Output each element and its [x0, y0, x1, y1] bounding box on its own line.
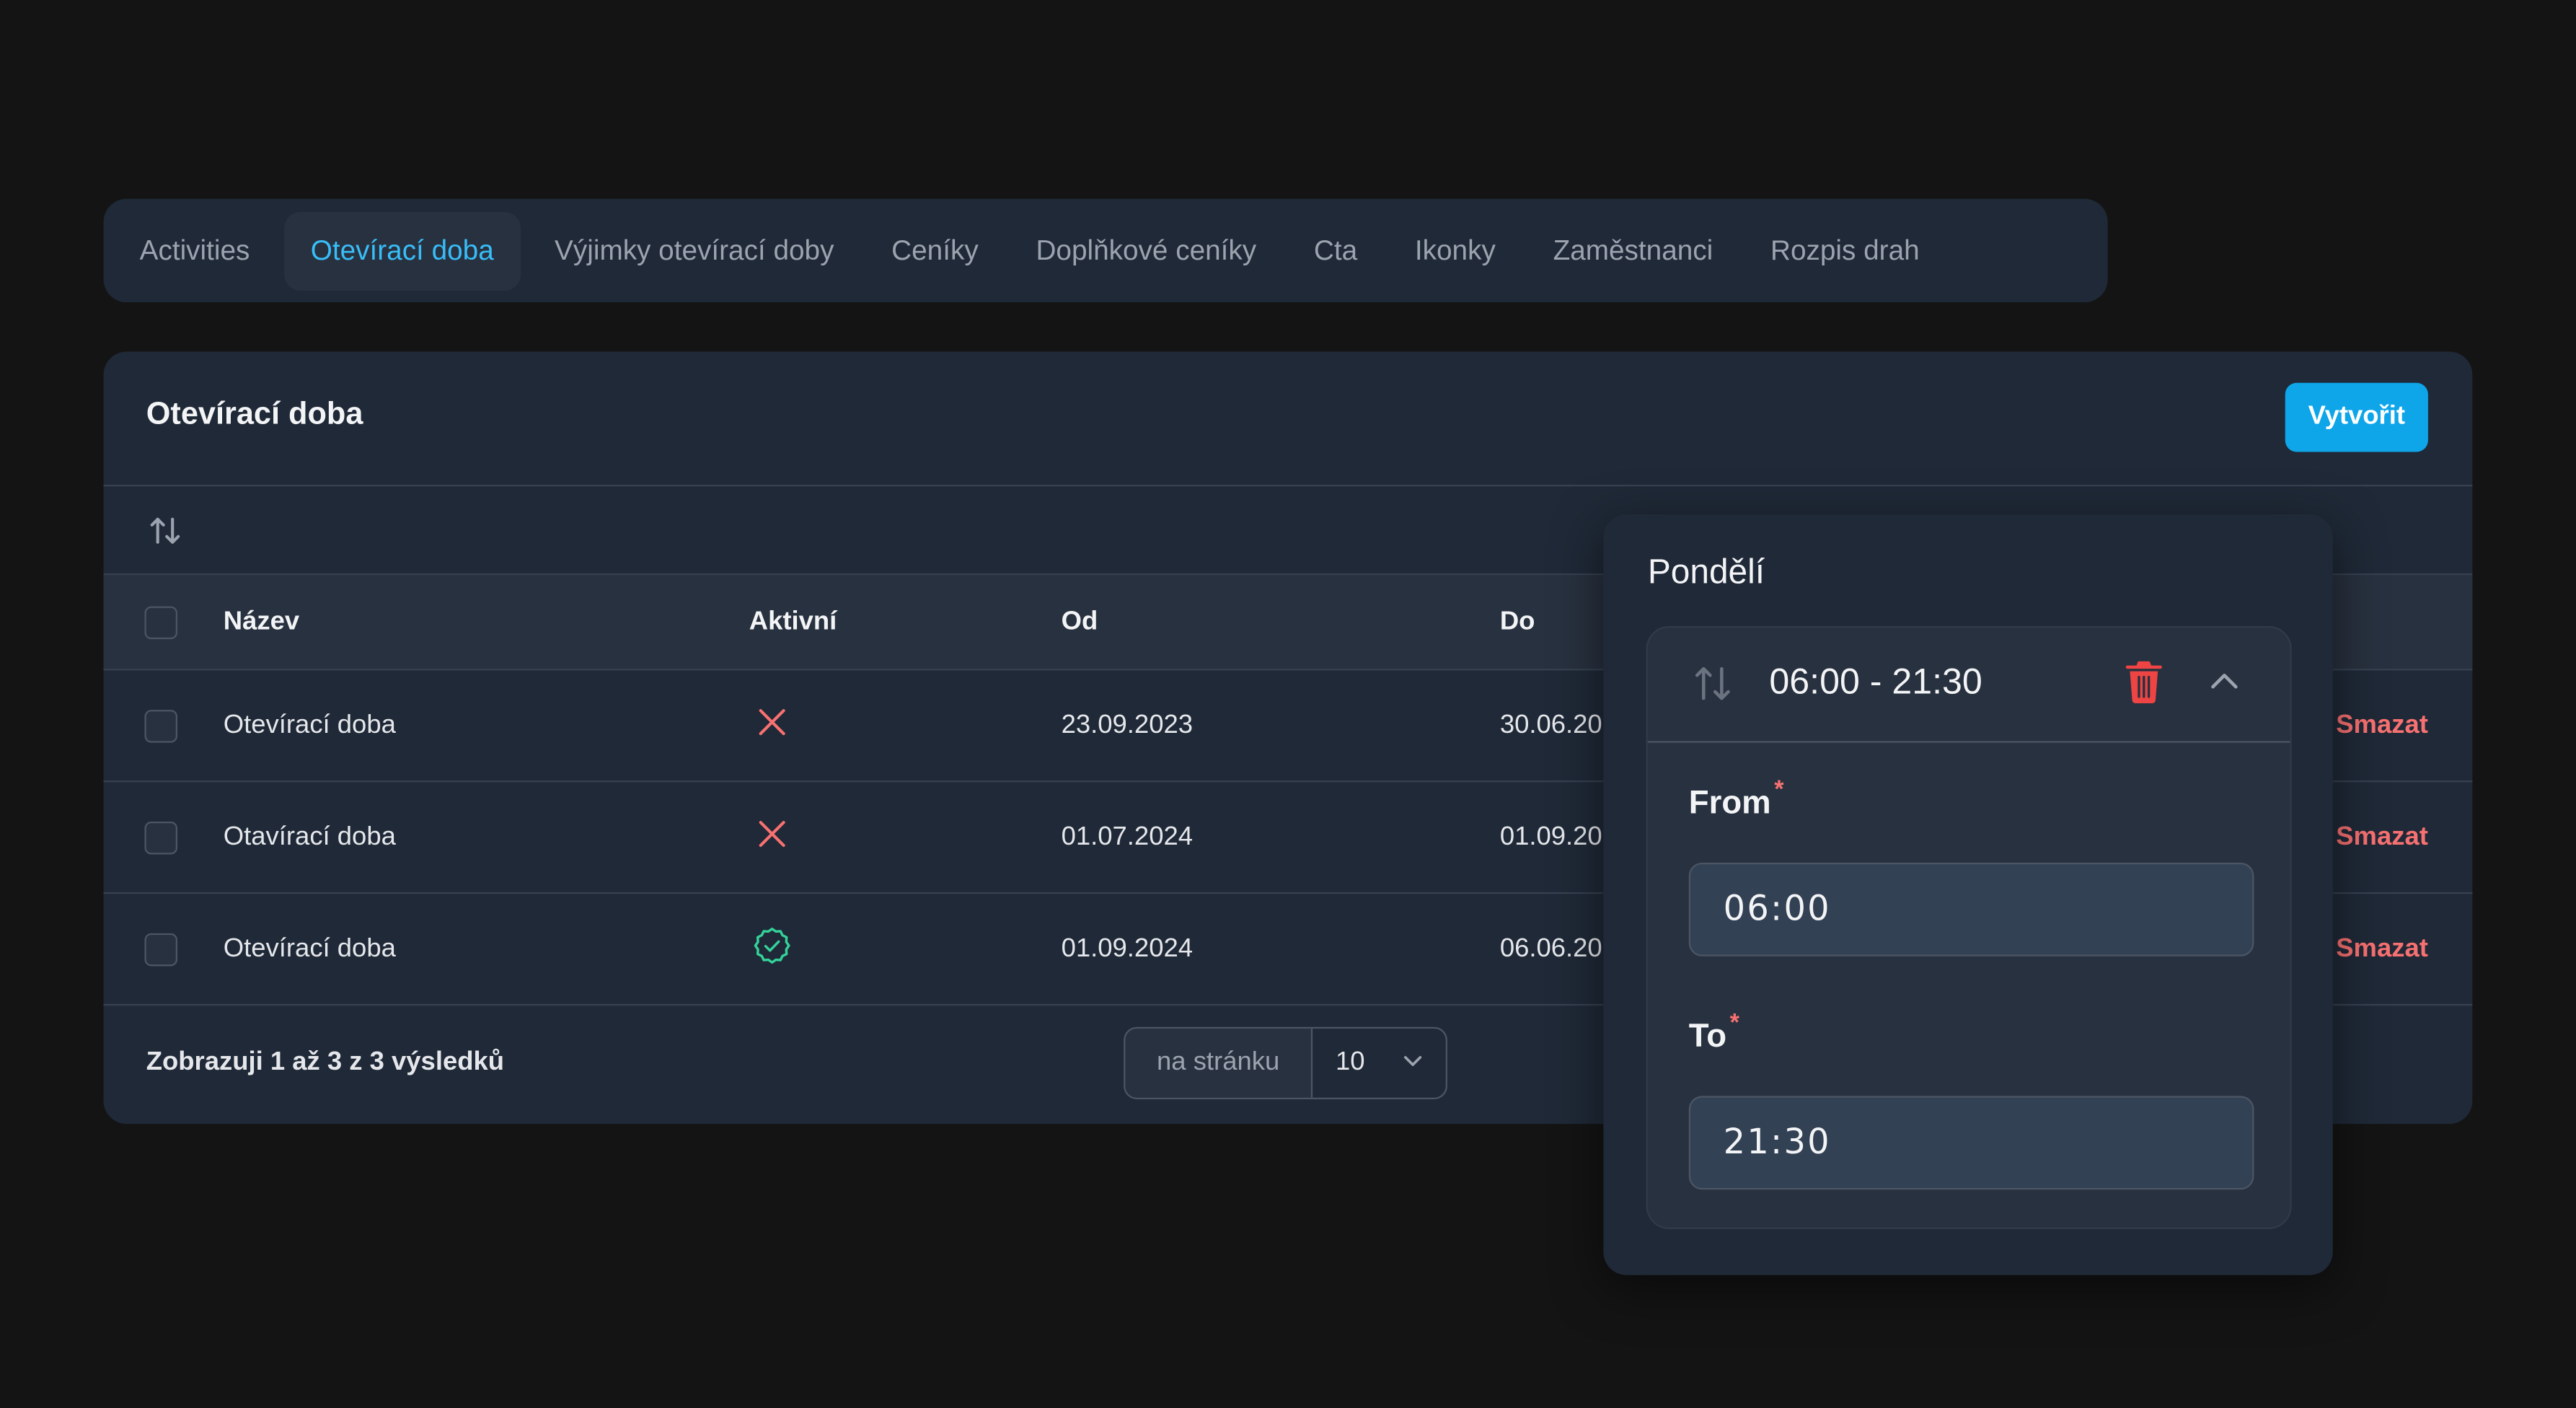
row-to: 06.06.20 [1499, 934, 1602, 962]
page-title: Otevírací doba [146, 397, 363, 433]
row-to: 01.09.20 [1499, 822, 1602, 850]
header-active[interactable]: Aktivní [749, 607, 837, 637]
card-header: Otevírací doba Vytvořit [103, 351, 2473, 487]
header-from[interactable]: Od [1062, 607, 1098, 637]
header-to[interactable]: Do [1500, 607, 1535, 637]
per-page-select[interactable]: 10 [1313, 1029, 1446, 1098]
x-icon [757, 818, 787, 855]
from-label-text: From [1688, 785, 1771, 822]
x-icon [757, 707, 787, 744]
tab-bar: Activities Otevírací doba Výjimky otevír… [103, 198, 2108, 303]
per-page-label: na stránku [1125, 1029, 1313, 1098]
row-from: 23.09.2023 [1061, 710, 1194, 739]
app-window: Activities Otevírací doba Výjimky otevír… [0, 0, 2576, 1408]
per-page-control: na stránku 10 [1124, 1026, 1447, 1099]
trash-icon[interactable] [2124, 659, 2163, 705]
time-slot-header: 06:00 - 21:30 [1647, 628, 2290, 743]
chevron-up-icon[interactable] [2210, 670, 2239, 690]
tab-rozpis-drah[interactable]: Rozpis drah [1747, 211, 1942, 290]
results-summary: Zobrazuji 1 až 3 z 3 výsledků [146, 1048, 505, 1077]
tab-doplnkove-ceniky[interactable]: Doplňkové ceníky [1013, 211, 1279, 290]
row-checkbox[interactable] [144, 708, 178, 742]
required-mark: * [1774, 775, 1784, 804]
tab-ikonky[interactable]: Ikonky [1392, 211, 1519, 290]
delete-link[interactable]: Smazat [2336, 822, 2428, 852]
opening-hours-popover: Pondělí 06:00 - 21:30 From * 06:00 To * … [1603, 514, 2333, 1275]
time-range: 06:00 - 21:30 [1769, 660, 1982, 702]
delete-link[interactable]: Smazat [2336, 710, 2428, 740]
day-title: Pondělí [1647, 553, 1765, 592]
delete-link[interactable]: Smazat [2336, 934, 2428, 964]
tab-zamestnanci[interactable]: Zaměstnanci [1530, 211, 1736, 290]
row-name: Otevírací doba [223, 710, 396, 739]
row-name: Otavírací doba [223, 822, 396, 850]
tab-vyjimky-oteviraci-doby[interactable]: Výjimky otevírací doby [531, 211, 857, 290]
time-slot-panel: 06:00 - 21:30 From * 06:00 To * 21:30 [1646, 625, 2292, 1229]
sort-arrows-icon[interactable] [1692, 662, 1734, 705]
row-checkbox[interactable] [144, 932, 178, 966]
row-checkbox[interactable] [144, 820, 178, 854]
sort-arrows-icon[interactable] [148, 513, 184, 549]
check-badge-icon [752, 925, 792, 973]
tab-oteviraci-doba[interactable]: Otevírací doba [284, 211, 521, 291]
create-button[interactable]: Vytvořit [2285, 382, 2428, 452]
tab-activities[interactable]: Activities [117, 211, 273, 290]
from-label: From * [1688, 775, 1784, 823]
row-from: 01.09.2024 [1061, 934, 1194, 962]
row-to: 30.06.20 [1499, 710, 1602, 739]
per-page-value: 10 [1336, 1048, 1365, 1077]
tab-cta[interactable]: Cta [1291, 211, 1380, 290]
to-label-text: To [1688, 1018, 1727, 1055]
row-from: 01.07.2024 [1061, 822, 1194, 850]
header-name[interactable]: Název [224, 607, 299, 637]
from-time-input[interactable]: 06:00 [1688, 862, 2254, 956]
tab-ceniky[interactable]: Ceníky [868, 211, 1001, 290]
chevron-down-icon [1404, 1056, 1422, 1066]
to-time-input[interactable]: 21:30 [1688, 1096, 2254, 1190]
required-mark: * [1729, 1008, 1739, 1037]
to-label: To * [1688, 1009, 1739, 1056]
select-all-checkbox[interactable] [144, 605, 178, 639]
row-name: Otevírací doba [223, 934, 396, 962]
